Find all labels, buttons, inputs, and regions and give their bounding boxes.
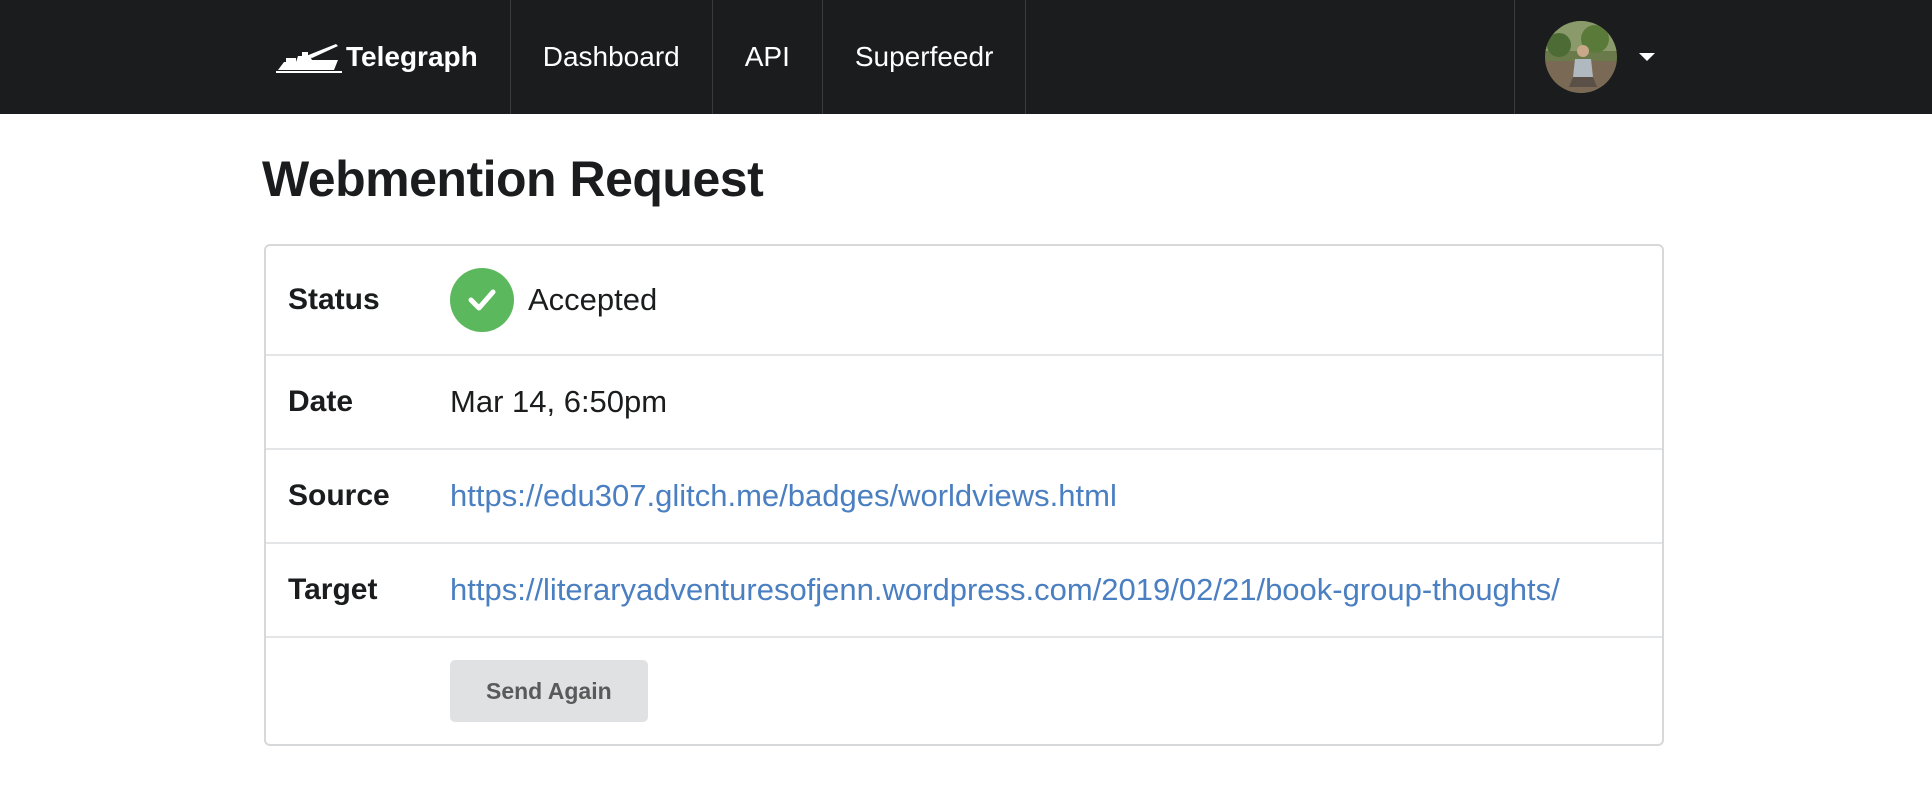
top-navigation-bar: Telegraph Dashboard API Superfeedr bbox=[0, 0, 1932, 114]
source-link[interactable]: https://edu307.glitch.me/badges/worldvie… bbox=[450, 478, 1117, 513]
status-value: Accepted bbox=[450, 268, 657, 332]
brand-label: Telegraph bbox=[346, 41, 478, 72]
brand-link[interactable]: Telegraph bbox=[258, 0, 511, 114]
target-row: Target https://literaryadventuresofjenn.… bbox=[266, 544, 1662, 638]
target-label: Target bbox=[288, 573, 378, 606]
avatar bbox=[1545, 21, 1617, 93]
actions-value: Send Again bbox=[450, 660, 648, 722]
source-label: Source bbox=[288, 479, 390, 512]
nav-item-label: Superfeedr bbox=[854, 41, 994, 72]
chevron-down-icon bbox=[1639, 53, 1655, 61]
webmention-details: Status Accepted Date Mar 14, 6:50pm Sour… bbox=[264, 244, 1664, 746]
source-value: https://edu307.glitch.me/badges/worldvie… bbox=[450, 478, 1117, 514]
date-label: Date bbox=[288, 385, 354, 418]
target-value: https://literaryadventuresofjenn.wordpre… bbox=[450, 572, 1560, 608]
nav-item-label: Dashboard bbox=[542, 41, 680, 72]
send-again-button[interactable]: Send Again bbox=[450, 660, 648, 722]
main-nav: Telegraph Dashboard API Superfeedr bbox=[258, 0, 1027, 114]
page-title: Webmention Request bbox=[262, 151, 764, 207]
nav-item-dashboard[interactable]: Dashboard bbox=[511, 0, 713, 114]
nav-item-api[interactable]: API bbox=[713, 0, 823, 114]
actions-row: Send Again bbox=[266, 638, 1662, 744]
date-value: Mar 14, 6:50pm bbox=[450, 384, 668, 419]
nav-item-label: API bbox=[744, 41, 790, 72]
status-label: Status bbox=[288, 283, 380, 316]
target-link[interactable]: https://literaryadventuresofjenn.wordpre… bbox=[450, 572, 1560, 607]
telegraph-logo-icon bbox=[276, 40, 344, 74]
check-circle-icon bbox=[450, 268, 514, 332]
nav-item-superfeedr[interactable]: Superfeedr bbox=[823, 0, 1027, 114]
status-text: Accepted bbox=[528, 282, 658, 317]
date-row: Date Mar 14, 6:50pm bbox=[266, 356, 1662, 450]
source-row: Source https://edu307.glitch.me/badges/w… bbox=[266, 450, 1662, 544]
status-row: Status Accepted bbox=[266, 246, 1662, 356]
user-menu[interactable] bbox=[1514, 0, 1675, 114]
